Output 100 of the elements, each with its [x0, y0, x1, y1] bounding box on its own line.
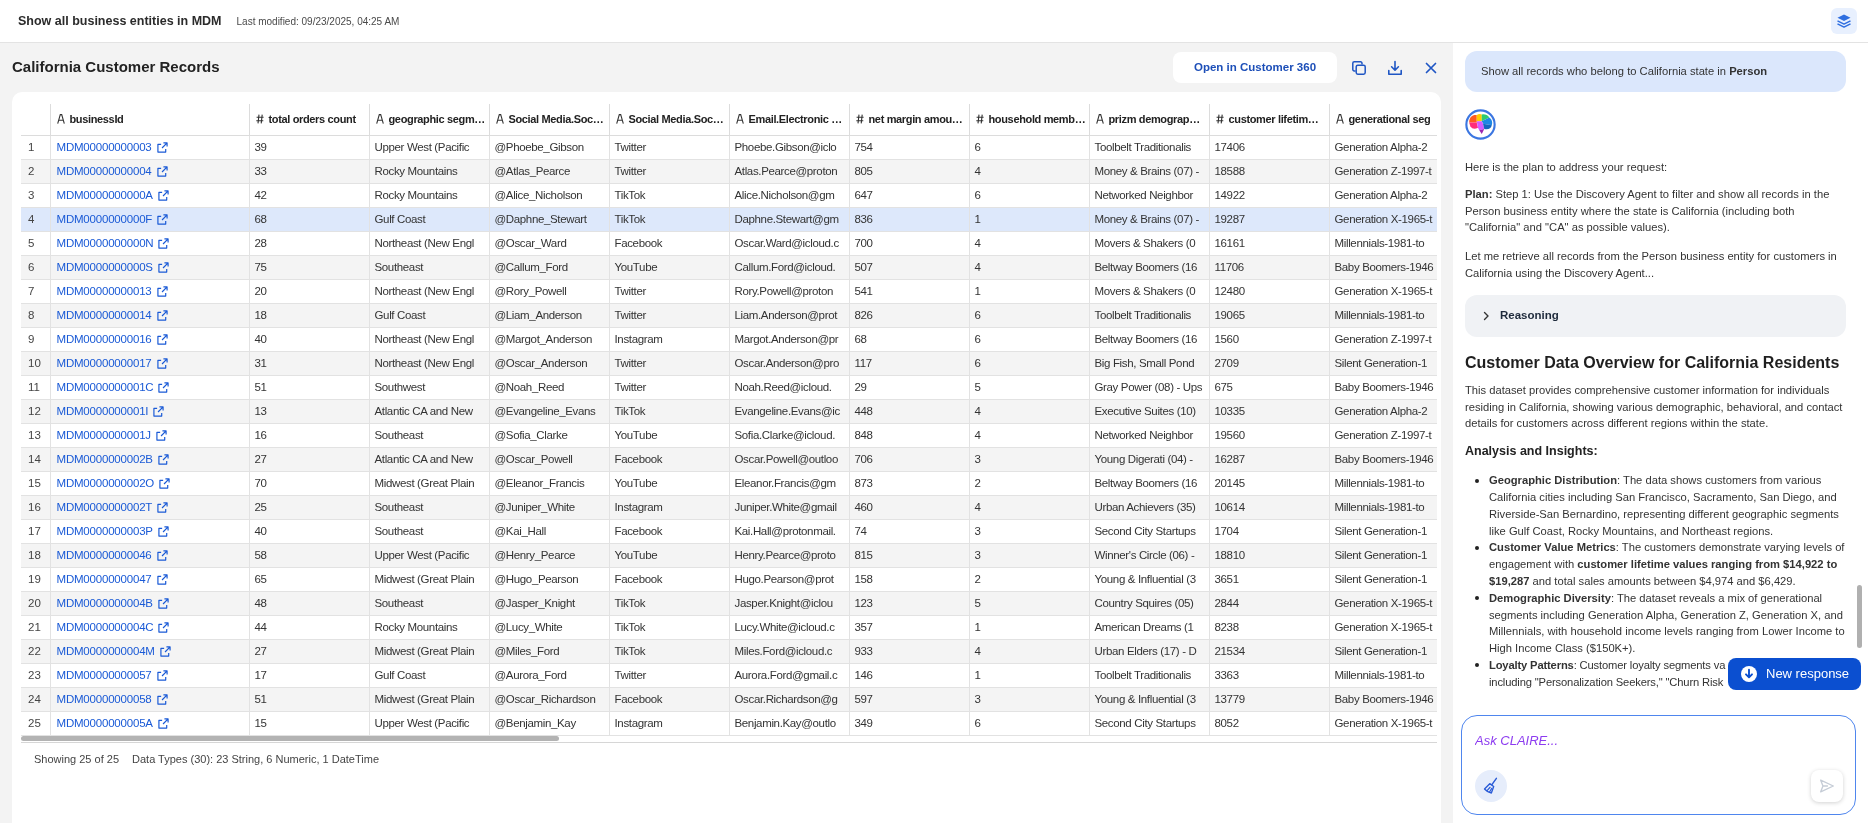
table-cell: Generation X-1965-t: [1329, 711, 1437, 735]
send-icon: [1818, 777, 1836, 795]
new-response-button[interactable]: New response: [1728, 658, 1861, 690]
table-cell: Oscar.Anderson@pro: [729, 351, 849, 375]
table-row[interactable]: 15 MDM0000000002O 70 Midwest (Great Plain @Eleanor_Francis YouTube Eleanor.Francis@gm 873 2 Beltway Boomers (16 20145 Millennials-1981-to: [21, 471, 1437, 495]
record-link[interactable]: MDM0000000004M: [56, 643, 171, 660]
table-cell: Southeast: [369, 423, 489, 447]
record-link[interactable]: MDM00000000017: [56, 355, 168, 372]
broom-icon: [1482, 777, 1500, 795]
table-row[interactable]: 18 MDM00000000046 58 Upper West (Pacific @Henry_Pearce YouTube Henry.Pearce@proto 815 3 Winner's Circle (06) - 18810 Silent Generation-1: [21, 543, 1437, 567]
column-header[interactable]: Social Media.Soc…: [489, 104, 609, 135]
table-row[interactable]: 13 MDM0000000001J 16 Southeast @Sofia_Clarke YouTube Sofia.Clarke@icloud. 848 4 Networked Neighbor 19560 Generation Z-1997-t: [21, 423, 1437, 447]
table-row[interactable]: 1 MDM00000000003 39 Upper West (Pacific @Phoebe_Gibson Twitter Phoebe.Gibson@iclo 754 6 Toolbelt Traditionalis 17406 Generation Alpha-2: [21, 135, 1437, 159]
column-header[interactable]: Social Media.Soc…: [609, 104, 729, 135]
record-link[interactable]: MDM00000000016: [56, 331, 168, 348]
table-cell: 2: [969, 471, 1089, 495]
bullet-text: Customer Value Metrics: The customers demonstrate varying levels of engagement with customer lifetime values ranging from $14,922 to $19,287 and total sales amounts between $4,974 and $6,429.: [1489, 540, 1846, 589]
record-link[interactable]: MDM00000000014: [56, 307, 168, 324]
layers-button[interactable]: [1831, 8, 1857, 34]
text-type-icon: [375, 114, 384, 125]
table-row[interactable]: 20 MDM0000000004B 48 Southeast @Jasper_Knight TikTok Jasper.Knight@iclou 123 5 Country Squires (05) 2844 Generation X-1965-t: [21, 591, 1437, 615]
table-cell: @Liam_Anderson: [489, 303, 609, 327]
record-link[interactable]: MDM00000000013: [56, 283, 168, 300]
record-link[interactable]: MDM00000000003: [56, 139, 168, 156]
external-link-icon: [157, 718, 169, 729]
record-link[interactable]: MDM00000000004: [56, 163, 168, 180]
clear-button[interactable]: [1475, 770, 1507, 802]
external-link-icon: [157, 262, 169, 273]
column-header[interactable]: household memb…: [969, 104, 1089, 135]
table-cell: Generation X-1965-t: [1329, 591, 1437, 615]
record-link[interactable]: MDM0000000000F: [56, 211, 169, 228]
record-link[interactable]: MDM0000000005A: [56, 715, 169, 732]
table-row[interactable]: 9 MDM00000000016 40 Northeast (New Engl @Margot_Anderson Instagram Margot.Anderson@pr 68 6 Beltway Boomers (16 1560 Generation Z-1997-t: [21, 327, 1437, 351]
table-cell: TikTok: [609, 615, 729, 639]
column-header[interactable]: geographic segm…: [369, 104, 489, 135]
record-link[interactable]: MDM00000000047: [56, 571, 168, 588]
column-header[interactable]: prizm demograp…: [1089, 104, 1209, 135]
record-link[interactable]: MDM0000000001J: [56, 427, 167, 444]
table-row[interactable]: 12 MDM0000000001I 13 Atlantic CA and New @Evangeline_Evans TikTok Evangeline.Evans@ic 448 4 Executive Suites (10) 10335 Generation Alpha-2: [21, 399, 1437, 423]
table-cell: 10614: [1209, 495, 1329, 519]
table-cell: Movers & Shakers (0: [1089, 279, 1209, 303]
table-row[interactable]: 11 MDM0000000001C 51 Southwest @Noah_Reed Twitter Noah.Reed@icloud. 29 5 Gray Power (08) - Ups 675 Baby Boomers-1946: [21, 375, 1437, 399]
table-row[interactable]: 5 MDM0000000000N 28 Northeast (New Engl @Oscar_Ward Facebook Oscar.Ward@icloud.c 700 4 Movers & Shakers (0 16161 Millennials-1981-to: [21, 231, 1437, 255]
record-link[interactable]: MDM0000000002B: [56, 451, 169, 468]
message-input[interactable]: Ask CLAIRE...: [1475, 732, 1843, 752]
table-row[interactable]: 3 MDM0000000000A 42 Rocky Mountains @Alice_Nicholson TikTok Alice.Nicholson@gm 647 6 Networked Neighbor 14922 Generation Alpha-2: [21, 183, 1437, 207]
record-link[interactable]: MDM0000000000N: [56, 235, 170, 252]
table-cell: @Noah_Reed: [489, 375, 609, 399]
record-link[interactable]: MDM00000000046: [56, 547, 168, 564]
table-row[interactable]: 14 MDM0000000002B 27 Atlantic CA and New @Oscar_Powell Facebook Oscar.Powell@outloo 706 3 Young Digerati (04) - 16287 Baby Boomers-1946: [21, 447, 1437, 471]
record-link[interactable]: MDM0000000001I: [56, 403, 165, 420]
table-cell: 10335: [1209, 399, 1329, 423]
table-row[interactable]: 21 MDM0000000004C 44 Rocky Mountains @Lucy_White TikTok Lucy.White@icloud.c 357 1 American Dreams (1 8238 Generation X-1965-t: [21, 615, 1437, 639]
record-link[interactable]: MDM0000000004B: [56, 595, 169, 612]
reasoning-toggle[interactable]: Reasoning: [1465, 294, 1846, 337]
record-link[interactable]: MDM0000000000A: [56, 187, 169, 204]
table-row[interactable]: 24 MDM00000000058 51 Midwest (Great Plain @Oscar_Richardson Facebook Oscar.Richardson@g 597 3 Young & Influential (3 13779 Baby Boomers-1946: [21, 687, 1437, 711]
record-link[interactable]: MDM0000000003P: [56, 523, 169, 540]
record-link[interactable]: MDM0000000004C: [56, 619, 170, 636]
table-row[interactable]: 19 MDM00000000047 65 Midwest (Great Plain @Hugo_Pearson Facebook Hugo.Pearson@prot 158 2 Young & Influential (3 3651 Silent Generation-1: [21, 567, 1437, 591]
table-cell: 933: [849, 639, 969, 663]
column-header[interactable]: Email.Electronic …: [729, 104, 849, 135]
table-cell: 19560: [1209, 423, 1329, 447]
open-button[interactable]: Open in Customer 360: [1173, 52, 1337, 83]
column-header[interactable]: net margin amou…: [849, 104, 969, 135]
column-header[interactable]: businessId: [50, 104, 249, 135]
table-row[interactable]: 23 MDM00000000057 17 Gulf Coast @Aurora_Ford Twitter Aurora.Ford@gmail.c 146 1 Toolbelt Traditionalis 3363 Millennials-1981-to: [21, 663, 1437, 687]
column-header[interactable]: customer lifetim…: [1209, 104, 1329, 135]
table-cell: 14922: [1209, 183, 1329, 207]
vertical-scrollbar[interactable]: [1857, 585, 1862, 648]
table-row[interactable]: 2 MDM00000000004 33 Rocky Mountains @Atlas_Pearce Twitter Atlas.Pearce@proton 805 4 Money & Brains (07) - 18588 Generation Z-1997-t: [21, 159, 1437, 183]
table-row[interactable]: 4 MDM0000000000F 68 Gulf Coast @Daphne_Stewart TikTok Daphne.Stewart@gm 836 1 Money & Brains (07) - 19287 Generation X-1965-t: [21, 207, 1437, 231]
table-row[interactable]: 25 MDM0000000005A 15 Upper West (Pacific @Benjamin_Kay Instagram Benjamin.Kay@outlo 349 6 Second City Startups 8052 Generation X-1965-t: [21, 711, 1437, 735]
record-link[interactable]: MDM0000000002T: [56, 499, 169, 516]
record-link[interactable]: MDM0000000002O: [56, 475, 171, 492]
table-row[interactable]: 17 MDM0000000003P 40 Southeast @Kai_Hall Facebook Kai.Hall@protonmail. 74 3 Second City Startups 1704 Silent Generation-1: [21, 519, 1437, 543]
column-header[interactable]: generational seg: [1329, 104, 1437, 135]
column-header[interactable]: total orders count: [249, 104, 369, 135]
table-row[interactable]: 22 MDM0000000004M 27 Midwest (Great Plain @Miles_Ford TikTok Miles.Ford@icloud.c 933 4 Urban Elders (17) - D 21534 Silent Generation-1: [21, 639, 1437, 663]
subheading: Analysis and Insights:: [1465, 443, 1599, 461]
bullet-text: Geographic Distribution: The data shows customers from various California cities including San Francisco, Sacramento, San Diego, and Riverside-San Bernardino, representing different geographic segments like Gulf Coast, Rocky Mountains, and Northeast regions.: [1489, 473, 1840, 539]
table-row[interactable]: 16 MDM0000000002T 25 Southeast @Juniper_White Instagram Juniper.White@gmail 460 4 Urban Achievers (35) 10614 Millennials-1981-to: [21, 495, 1437, 519]
table-cell: Baby Boomers-1946: [1329, 255, 1437, 279]
row-number: 9: [21, 327, 50, 351]
table-cell: @Aurora_Ford: [489, 663, 609, 687]
table-row[interactable]: 7 MDM00000000013 20 Northeast (New Engl @Rory_Powell Twitter Rory.Powell@proton 541 1 Movers & Shakers (0 12480 Generation X-1965-t: [21, 279, 1437, 303]
table-cell: Gulf Coast: [369, 303, 489, 327]
table-row[interactable]: 8 MDM00000000014 18 Gulf Coast @Liam_Anderson Twitter Liam.Anderson@prot 826 6 Toolbelt Traditionalis 19065 Millennials-1981-to: [21, 303, 1437, 327]
record-link[interactable]: MDM00000000057: [56, 667, 168, 684]
record-link[interactable]: MDM00000000058: [56, 691, 168, 708]
table-cell: Money & Brains (07) -: [1089, 207, 1209, 231]
table-cell: 4: [969, 231, 1089, 255]
table-row[interactable]: 10 MDM00000000017 31 Northeast (New Engl @Oscar_Anderson Twitter Oscar.Anderson@pro 117 6 Big Fish, Small Pond 2709 Silent Generation-1: [21, 351, 1437, 375]
horizontal-scrollbar[interactable]: [21, 735, 559, 741]
record-link[interactable]: MDM0000000000S: [56, 259, 169, 276]
table-cell: 700: [849, 231, 969, 255]
table-row[interactable]: 6 MDM0000000000S 75 Southeast @Callum_Ford YouTube Callum.Ford@icloud. 507 4 Beltway Boomers (16 11706 Baby Boomers-1946: [21, 255, 1437, 279]
table-cell: Kai.Hall@protonmail.: [729, 519, 849, 543]
table-cell: @Oscar_Richardson: [489, 687, 609, 711]
record-link[interactable]: MDM0000000001C: [56, 379, 170, 396]
